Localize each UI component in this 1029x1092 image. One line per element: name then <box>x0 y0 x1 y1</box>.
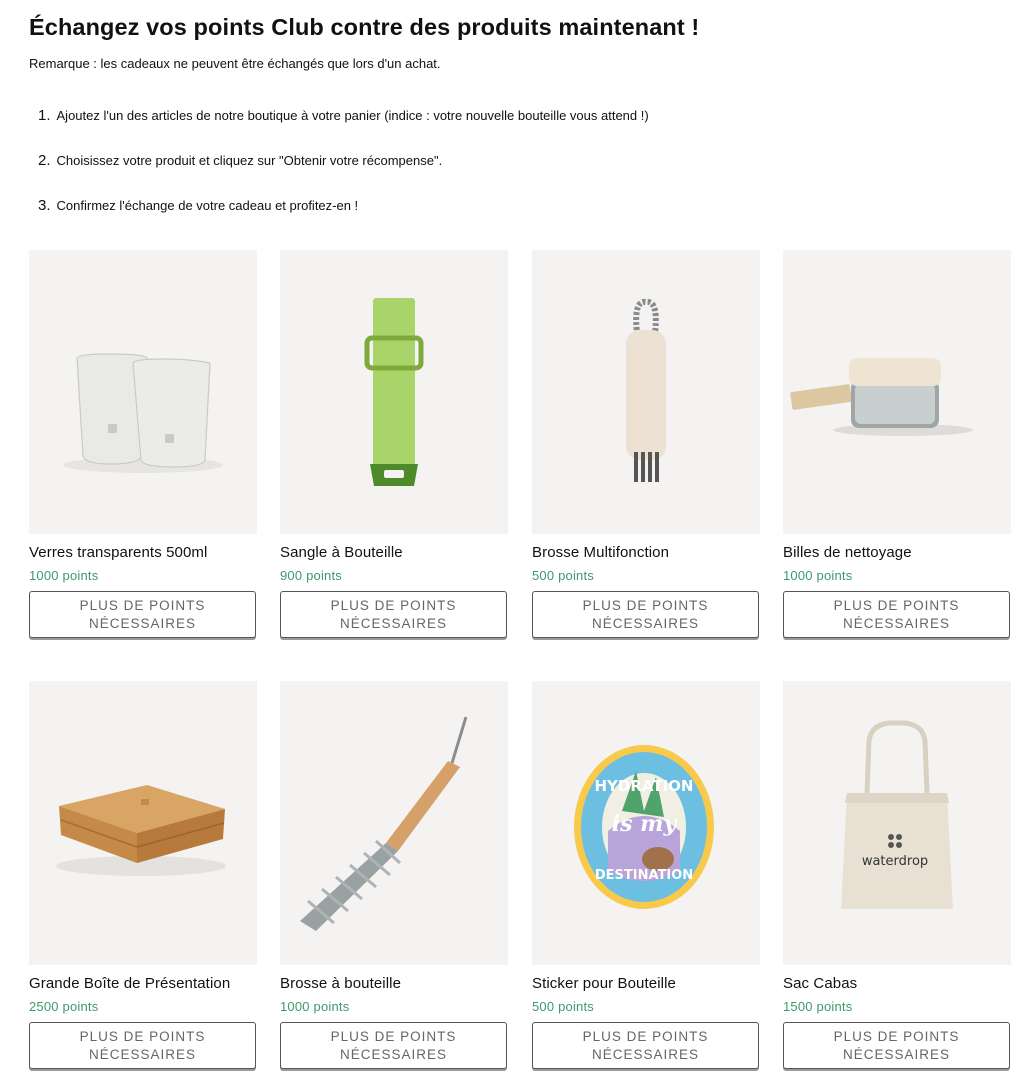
glasses-icon <box>63 353 223 473</box>
more-points-needed-button[interactable]: PLUS DE POINTS NÉCESSAIRES <box>532 1022 759 1069</box>
more-points-needed-button[interactable]: PLUS DE POINTS NÉCESSAIRES <box>29 1022 256 1069</box>
product-name: Billes de nettoyage <box>783 544 912 561</box>
more-points-needed-button[interactable]: PLUS DE POINTS NÉCESSAIRES <box>783 1022 1010 1069</box>
product-points: 900 points <box>280 568 342 583</box>
product-points: 1000 points <box>29 568 99 583</box>
product-image-bottle-brush[interactable] <box>280 681 508 965</box>
product-image-glasses[interactable] <box>29 250 257 534</box>
product-points: 500 points <box>532 568 594 583</box>
step-item: 3. Confirmez l'échange de votre cadeau et… <box>38 197 358 214</box>
product-image-sticker[interactable]: HYDRATION is my DESTINATION <box>532 681 760 965</box>
product-image-multi-brush[interactable] <box>532 250 760 534</box>
product-name: Sac Cabas <box>783 975 858 992</box>
product-card[interactable]: Brosse Multifonction 500 points PLUS DE … <box>532 250 760 638</box>
product-card[interactable]: waterdrop Sac Cabas 1500 points PLUS DE … <box>783 681 1011 1069</box>
product-card[interactable]: Billes de nettoyage 1000 points PLUS DE … <box>783 250 1011 638</box>
more-points-needed-button[interactable]: PLUS DE POINTS NÉCESSAIRES <box>532 591 759 638</box>
bottle-brush-icon <box>300 716 468 931</box>
step-text: Choisissez votre produit et cliquez sur … <box>56 153 443 168</box>
step-item: 1. Ajoutez l'un des articles de notre bou… <box>38 107 649 124</box>
sticker-icon: HYDRATION is my DESTINATION <box>574 745 714 909</box>
bamboo-box-icon <box>56 785 226 876</box>
strap-icon <box>364 298 424 486</box>
sticker-bottom-text: DESTINATION <box>595 868 693 883</box>
product-points: 1000 points <box>783 568 853 583</box>
product-points: 1500 points <box>783 999 853 1014</box>
product-name: Sticker pour Bouteille <box>532 975 676 992</box>
product-name: Verres transparents 500ml <box>29 544 208 561</box>
product-card[interactable]: Brosse à bouteille 1000 points PLUS DE P… <box>280 681 508 1069</box>
product-points: 2500 points <box>29 999 99 1014</box>
step-text: Ajoutez l'un des articles de notre bouti… <box>56 108 649 123</box>
product-image-cleaning-beads[interactable] <box>783 250 1011 534</box>
sticker-mid-text: is my <box>612 811 679 837</box>
product-image-strap[interactable] <box>280 250 508 534</box>
product-card[interactable]: Verres transparents 500ml 1000 points PL… <box>29 250 257 638</box>
step-number: 3. <box>38 197 51 214</box>
step-text: Confirmez l'échange de votre cadeau et p… <box>56 198 359 213</box>
product-card[interactable]: Sangle à Bouteille 900 points PLUS DE PO… <box>280 250 508 638</box>
sticker-top-text: HYDRATION <box>595 777 694 795</box>
step-item: 2. Choisissez votre produit et cliquez su… <box>38 152 442 169</box>
more-points-needed-button[interactable]: PLUS DE POINTS NÉCESSAIRES <box>280 591 507 638</box>
step-number: 2. <box>38 152 51 169</box>
product-points: 500 points <box>532 999 594 1014</box>
tote-bag-icon: waterdrop <box>841 720 953 909</box>
multi-brush-icon <box>626 298 666 482</box>
product-card[interactable]: HYDRATION is my DESTINATION Sticker pour… <box>532 681 760 1069</box>
cleaning-beads-icon <box>790 358 973 436</box>
product-image-bamboo-box[interactable] <box>29 681 257 965</box>
product-card[interactable]: Grande Boîte de Présentation 2500 points… <box>29 681 257 1069</box>
product-points: 1000 points <box>280 999 350 1014</box>
product-name: Brosse Multifonction <box>532 544 670 561</box>
product-name: Sangle à Bouteille <box>280 544 403 561</box>
redeem-note: Remarque : les cadeaux ne peuvent être é… <box>29 56 441 71</box>
tote-brand-text: waterdrop <box>862 854 928 869</box>
product-image-tote-bag[interactable]: waterdrop <box>783 681 1011 965</box>
page-title: Échangez vos points Club contre des prod… <box>29 14 700 40</box>
more-points-needed-button[interactable]: PLUS DE POINTS NÉCESSAIRES <box>29 591 256 638</box>
more-points-needed-button[interactable]: PLUS DE POINTS NÉCESSAIRES <box>783 591 1010 638</box>
more-points-needed-button[interactable]: PLUS DE POINTS NÉCESSAIRES <box>280 1022 507 1069</box>
product-name: Grande Boîte de Présentation <box>29 975 231 992</box>
product-name: Brosse à bouteille <box>280 975 402 992</box>
step-number: 1. <box>38 107 51 124</box>
